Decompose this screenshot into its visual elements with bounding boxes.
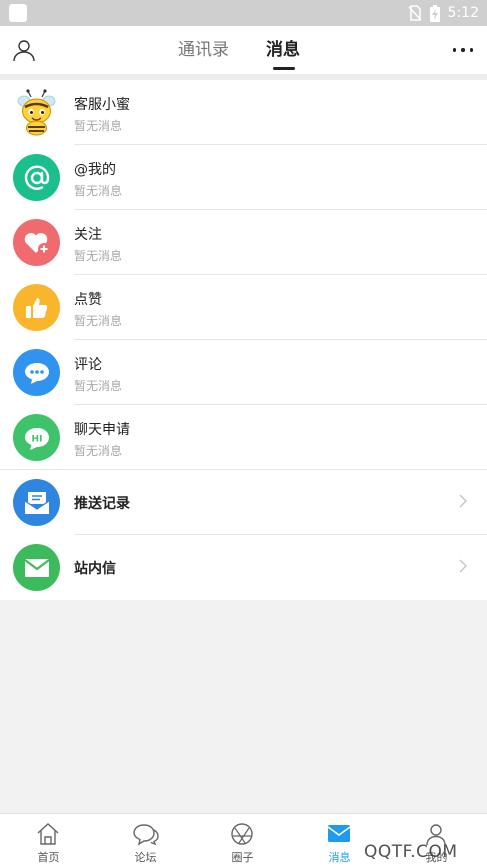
- list-item-title: 聊天申请: [74, 422, 130, 438]
- top-header: 通讯录 消息: [0, 26, 487, 74]
- nav-label: 论坛: [134, 851, 157, 864]
- active-tab-indicator: [273, 67, 295, 70]
- tab-messages[interactable]: 消息: [266, 38, 300, 62]
- list-item-customer-service[interactable]: 客服小蜜 暂无消息: [0, 80, 487, 145]
- thumbs-up-icon: [13, 284, 60, 331]
- hi-text: HI: [31, 434, 42, 444]
- user-profile-icon[interactable]: [12, 38, 36, 62]
- list-item-likes[interactable]: 点赞 暂无消息: [0, 275, 487, 340]
- nav-label: 圈子: [231, 851, 254, 864]
- list-item-title: @我的: [74, 162, 116, 178]
- list-item-subtitle: 暂无消息: [74, 444, 123, 458]
- status-indicators: 5:12: [407, 3, 479, 23]
- list-item-comments[interactable]: 评论 暂无消息: [0, 340, 487, 405]
- list-item-inbox[interactable]: 站内信: [0, 535, 487, 600]
- watermark: QQTF.COM: [364, 842, 458, 862]
- list-item-subtitle: 暂无消息: [74, 184, 123, 198]
- list-item-title: 客服小蜜: [74, 97, 130, 113]
- no-sim-icon: [407, 5, 422, 21]
- list-item-follow[interactable]: 关注 暂无消息: [0, 210, 487, 275]
- list-item-title: 站内信: [74, 561, 116, 577]
- more-dot-icon: [452, 48, 456, 52]
- list-item-title: 推送记录: [74, 496, 130, 512]
- more-dot-icon: [469, 48, 473, 52]
- list-item-title: 评论: [74, 357, 102, 373]
- chevron-right-icon: [459, 559, 467, 573]
- more-dot-icon: [461, 48, 465, 52]
- at-icon: [13, 154, 60, 201]
- battery-charging-icon: [429, 4, 440, 22]
- list-item-title: 点赞: [74, 292, 102, 308]
- status-time: 5:12: [447, 5, 479, 21]
- hi-chat-icon: HI: [13, 414, 60, 461]
- chevron-right-icon: [459, 494, 467, 508]
- heart-plus-icon: [13, 219, 60, 266]
- status-bar: 5:12: [0, 0, 487, 26]
- list-item-subtitle: 暂无消息: [74, 249, 123, 263]
- nav-label: 首页: [37, 851, 60, 864]
- message-list: 客服小蜜 暂无消息 @我的 暂无消息 关注 暂无消息 点赞 暂无消息 评论 暂无…: [0, 80, 487, 600]
- list-item-mentions[interactable]: @我的 暂无消息: [0, 145, 487, 210]
- nav-home[interactable]: 首页: [0, 814, 97, 867]
- circle-icon: [231, 823, 253, 845]
- push-record-icon: [13, 479, 60, 526]
- nav-forum[interactable]: 论坛: [97, 814, 194, 867]
- message-icon: [327, 825, 351, 842]
- app-notification-icon: [9, 4, 27, 22]
- more-options-button[interactable]: [452, 48, 473, 52]
- list-item-push-records[interactable]: 推送记录: [0, 470, 487, 535]
- nav-circle[interactable]: 圈子: [194, 814, 291, 867]
- comment-bubble-icon: [13, 349, 60, 396]
- bee-mascot-icon: [13, 89, 60, 136]
- list-item-subtitle: 暂无消息: [74, 314, 123, 328]
- forum-icon: [133, 824, 159, 846]
- mail-icon: [13, 544, 60, 591]
- list-item-chat-request[interactable]: HI 聊天申请 暂无消息: [0, 405, 487, 470]
- list-item-subtitle: 暂无消息: [74, 119, 123, 133]
- list-item-subtitle: 暂无消息: [74, 379, 123, 393]
- list-item-title: 关注: [74, 227, 102, 243]
- tab-contacts[interactable]: 通讯录: [178, 38, 229, 62]
- home-icon: [37, 823, 59, 845]
